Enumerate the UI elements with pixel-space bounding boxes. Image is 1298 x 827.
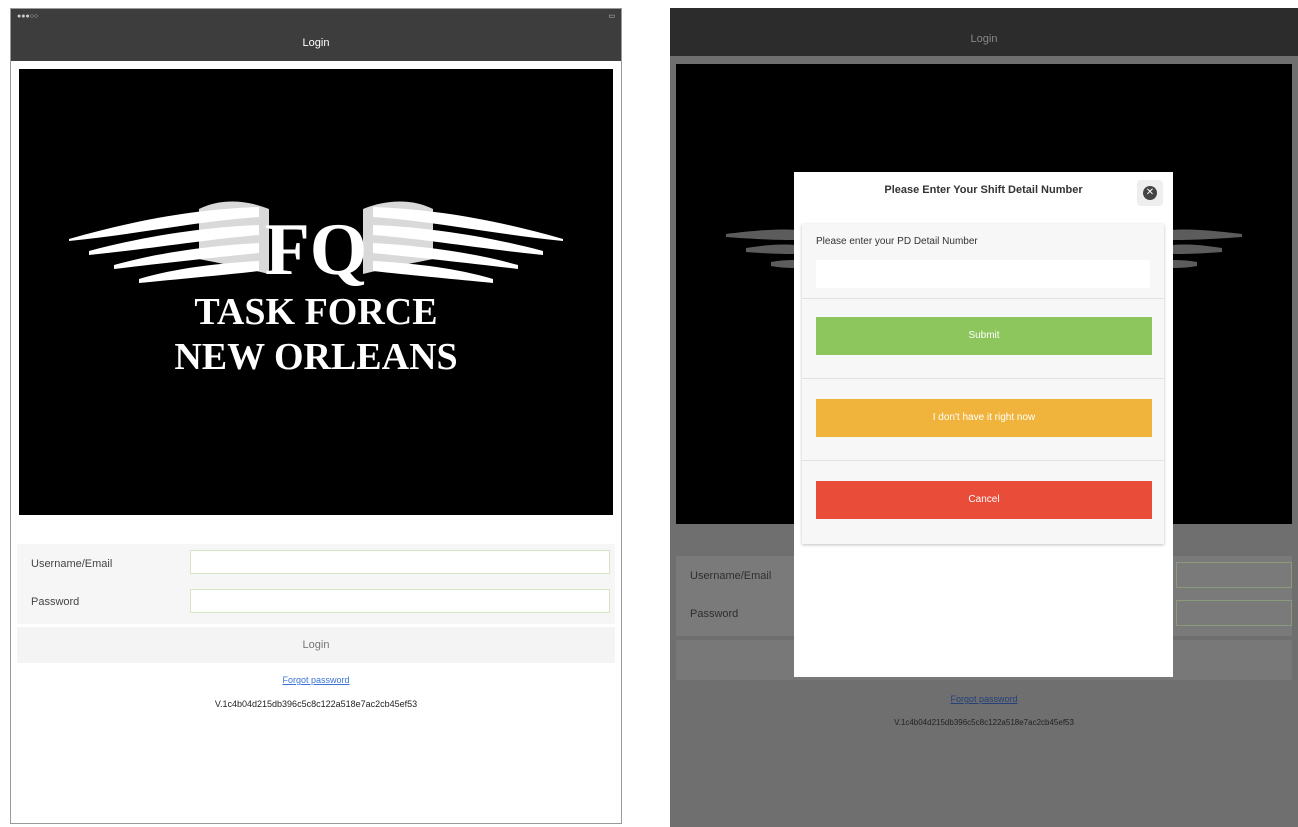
close-icon: ✕ [1143, 186, 1157, 200]
close-button[interactable]: ✕ [1137, 180, 1163, 206]
pd-detail-label: Please enter your PD Detail Number [816, 236, 978, 247]
logo-banner: FQ TASK FORCE NEW ORLEANS [19, 69, 613, 515]
nav-title: Login [970, 33, 998, 45]
nav-bar [670, 8, 1298, 56]
cancel-button[interactable]: Cancel [816, 481, 1152, 519]
password-label: Password [690, 608, 739, 620]
username-label: Username/Email [690, 570, 772, 582]
shift-detail-modal: Please Enter Your Shift Detail Number ✕ … [794, 172, 1173, 677]
forgot-password-link[interactable]: Forgot password [11, 675, 621, 685]
right-wing-icon [363, 201, 563, 283]
username-input [1176, 562, 1292, 588]
modal-content: Please enter your PD Detail Number Submi… [802, 224, 1164, 544]
no-detail-number-button[interactable]: I don't have it right now [816, 399, 1152, 437]
divider [802, 460, 1164, 461]
login-button[interactable]: Login [17, 627, 615, 663]
modal-title: Please Enter Your Shift Detail Number [884, 184, 1083, 196]
divider [802, 378, 1164, 379]
password-label: Password [31, 596, 80, 608]
logo-letters: FQ [265, 209, 368, 291]
login-screen: ●●●○○ ▭ Login FQ TASK FORCE NEW ORLEANS … [10, 8, 622, 824]
divider [802, 298, 1164, 299]
logo-line2: NEW ORLEANS [174, 336, 457, 378]
login-form: Username/Email Password [17, 544, 615, 624]
fq-logo: FQ TASK FORCE NEW ORLEANS [69, 201, 563, 378]
password-input [1176, 600, 1292, 626]
pd-detail-input[interactable] [816, 260, 1150, 288]
username-label: Username/Email [31, 558, 113, 570]
username-input[interactable] [190, 550, 610, 574]
password-input[interactable] [190, 589, 610, 613]
left-wing-icon [69, 201, 269, 283]
status-bar: ●●●○○ ▭ [11, 9, 621, 23]
version-text: V.1c4b04d215db396c5c8c122a518e7ac2cb45ef… [894, 718, 1074, 727]
nav-title: Login [302, 37, 330, 49]
submit-button[interactable]: Submit [816, 317, 1152, 355]
battery-icon: ▭ [608, 13, 615, 20]
carrier-indicator: ●●●○○ [17, 12, 39, 20]
shift-detail-screen: Login Username/Email Password Forgot pas… [670, 8, 1298, 827]
logo-line1: TASK FORCE [194, 291, 437, 333]
version-text: V.1c4b04d215db396c5c8c122a518e7ac2cb45ef… [214, 699, 418, 709]
forgot-password-link: Forgot password [950, 694, 1018, 704]
